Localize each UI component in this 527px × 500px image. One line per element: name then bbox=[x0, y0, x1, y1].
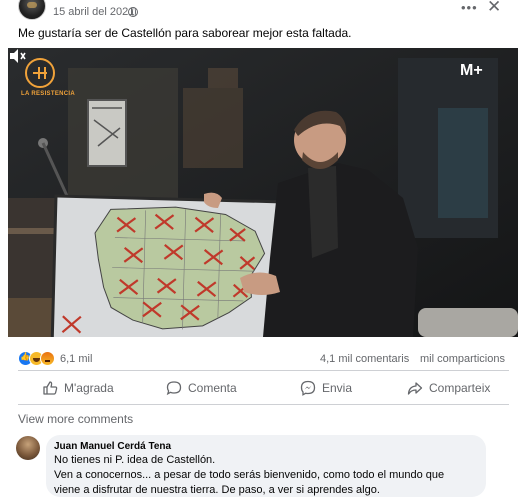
close-icon[interactable]: ✕ bbox=[487, 0, 501, 17]
angry-icon bbox=[40, 351, 55, 366]
more-options-icon[interactable]: ••• bbox=[461, 0, 478, 15]
divider bbox=[18, 404, 509, 405]
reactions-summary[interactable] bbox=[18, 351, 62, 367]
post-date[interactable]: 15 abril del 2021 bbox=[53, 6, 134, 18]
send-button-label: Envia bbox=[322, 381, 353, 395]
comment-button-label: Comenta bbox=[188, 381, 237, 395]
comment-icon bbox=[166, 381, 182, 396]
post-stats: 6,1 mil 4,1 mil comentaris mil compartic… bbox=[0, 345, 527, 367]
comment-text-line: No tienes ni P. idea de Castellón. bbox=[54, 454, 216, 466]
share-button-label: Comparteix bbox=[429, 381, 491, 395]
shares-count[interactable]: mil comparticions bbox=[420, 353, 505, 365]
comment-button[interactable]: Comenta bbox=[166, 373, 237, 403]
divider bbox=[18, 370, 509, 371]
post-text: Me gustaría ser de Castellón para sabore… bbox=[18, 26, 352, 40]
send-button[interactable]: Envia bbox=[300, 373, 352, 403]
comments-count[interactable]: 4,1 mil comentaris bbox=[320, 353, 409, 365]
video-player[interactable]: LA RESISTENCIA M+ bbox=[8, 48, 518, 337]
comment-author[interactable]: Juan Manuel Cerdá Tena bbox=[54, 441, 171, 452]
comment-text-line: viene a disfrutar de nuestra tierra. De … bbox=[54, 484, 380, 496]
view-more-comments-link[interactable]: View more comments bbox=[18, 412, 133, 426]
post-header: 15 abril del 2021 ••• ✕ bbox=[0, 0, 527, 22]
mute-volume-icon[interactable] bbox=[8, 48, 26, 64]
comment-text-line: Ven a conocernos... a pesar de todo será… bbox=[54, 469, 445, 481]
post-actions: M'agrada Comenta Envia Comparteix bbox=[0, 373, 527, 403]
globe-icon bbox=[128, 7, 138, 17]
video-frame bbox=[8, 48, 518, 337]
share-button[interactable]: Comparteix bbox=[407, 373, 490, 403]
like-button[interactable]: M'agrada bbox=[42, 373, 114, 403]
share-icon bbox=[407, 382, 423, 395]
page-avatar[interactable] bbox=[18, 0, 46, 20]
thumbs-up-icon bbox=[43, 381, 58, 395]
messenger-icon bbox=[300, 380, 316, 396]
like-button-label: M'agrada bbox=[64, 381, 114, 395]
facebook-post: 15 abril del 2021 ••• ✕ Me gustaría ser … bbox=[0, 0, 527, 500]
reaction-count[interactable]: 6,1 mil bbox=[60, 353, 92, 365]
comment-bubble: Juan Manuel Cerdá Tena No tienes ni P. i… bbox=[46, 435, 486, 497]
commenter-avatar[interactable] bbox=[16, 436, 40, 460]
channel-logo: M+ bbox=[460, 62, 483, 79]
show-logo-text: LA RESISTENCIA bbox=[21, 91, 75, 97]
show-logo-icon bbox=[25, 58, 55, 88]
